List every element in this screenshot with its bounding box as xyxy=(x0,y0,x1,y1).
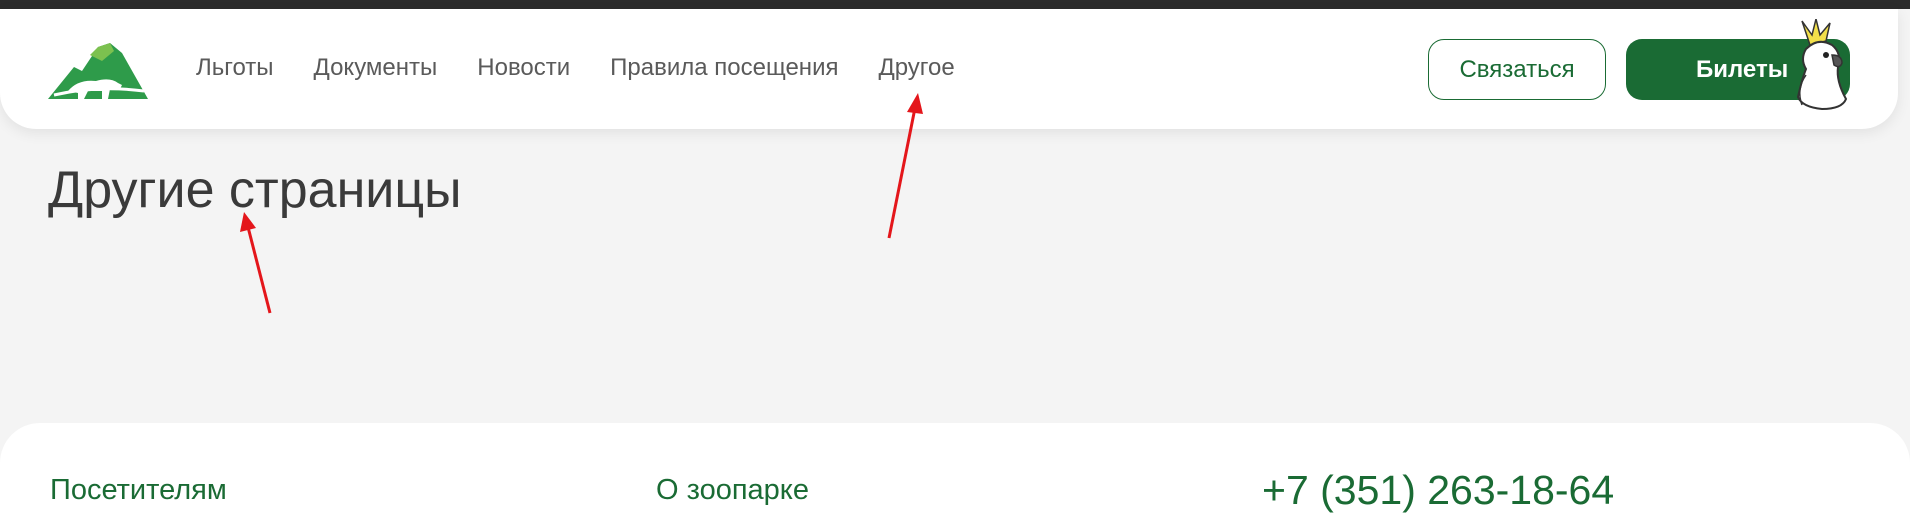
nav-item-other[interactable]: Другое xyxy=(878,54,954,82)
main-nav: Льготы Документы Новости Правила посещен… xyxy=(196,54,955,82)
nav-item-news[interactable]: Новости xyxy=(477,54,570,82)
contact-button[interactable]: Связаться xyxy=(1428,39,1606,100)
cockatoo-icon xyxy=(1796,19,1848,111)
site-header: Льготы Документы Новости Правила посещен… xyxy=(0,9,1898,129)
site-footer: Посетителям О зоопарке +7 (351) 263-18-6… xyxy=(0,423,1910,532)
page-title: Другие страницы xyxy=(48,161,462,219)
nav-item-documents[interactable]: Документы xyxy=(314,54,438,82)
footer-about-heading[interactable]: О зоопарке xyxy=(656,474,809,507)
nav-item-visit-rules[interactable]: Правила посещения xyxy=(610,54,838,82)
footer-phone-link[interactable]: +7 (351) 263-18-64 xyxy=(1262,467,1614,514)
zoo-logo-icon[interactable] xyxy=(48,41,148,99)
browser-top-strip xyxy=(0,0,1910,9)
nav-item-benefits[interactable]: Льготы xyxy=(196,54,274,82)
footer-visitors-heading[interactable]: Посетителям xyxy=(50,474,227,507)
annotation-arrow-title xyxy=(240,212,272,314)
